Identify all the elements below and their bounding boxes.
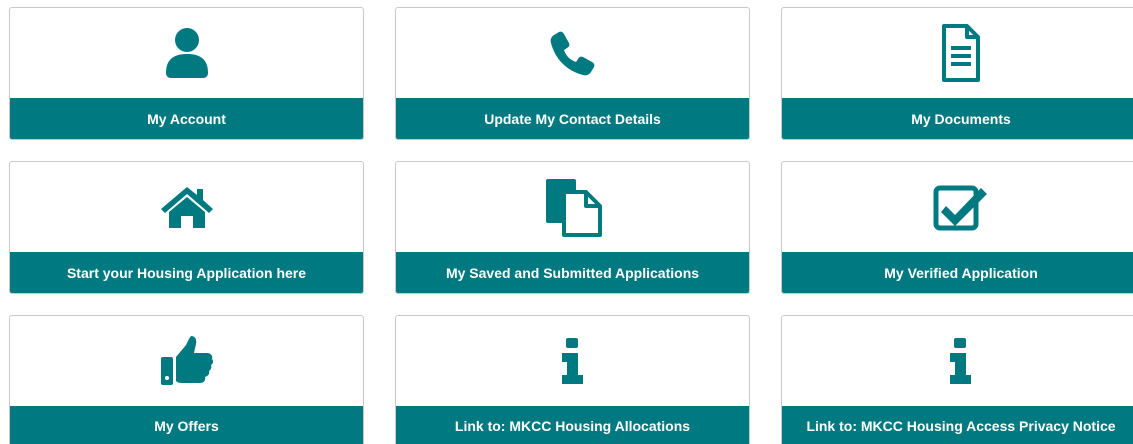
update-contact-details-tile[interactable]: Update My Contact Details — [395, 7, 750, 140]
housing-allocations-link-label: Link to: MKCC Housing Allocations — [396, 406, 749, 444]
info-icon — [561, 337, 585, 385]
saved-submitted-applications-label: My Saved and Submitted Applications — [396, 252, 749, 293]
my-offers-tile[interactable]: My Offers — [9, 315, 364, 444]
info-icon — [949, 337, 973, 385]
housing-allocations-link-tile[interactable]: Link to: MKCC Housing Allocations — [395, 315, 750, 444]
start-housing-application-tile[interactable]: Start your Housing Application here — [9, 161, 364, 294]
user-icon — [164, 27, 210, 79]
thumbs-up-icon — [160, 335, 214, 387]
my-offers-label: My Offers — [10, 406, 363, 444]
housing-access-privacy-notice-link-tile[interactable]: Link to: MKCC Housing Access Privacy Not… — [781, 315, 1133, 444]
phone-icon — [550, 30, 596, 76]
checkbox-icon — [933, 182, 989, 232]
files-icon — [544, 177, 602, 237]
my-documents-tile[interactable]: My Documents — [781, 7, 1133, 140]
update-contact-details-label: Update My Contact Details — [396, 98, 749, 139]
verified-application-tile[interactable]: My Verified Application — [781, 161, 1133, 294]
start-housing-application-label: Start your Housing Application here — [10, 252, 363, 293]
my-account-label: My Account — [10, 98, 363, 139]
document-icon — [941, 23, 981, 83]
my-account-tile[interactable]: My Account — [9, 7, 364, 140]
housing-access-privacy-notice-link-label: Link to: MKCC Housing Access Privacy Not… — [782, 406, 1133, 444]
my-documents-label: My Documents — [782, 98, 1133, 139]
home-icon — [160, 185, 214, 229]
verified-application-label: My Verified Application — [782, 252, 1133, 293]
dashboard-tile-grid: My Account Update My Contact Details My … — [0, 0, 1133, 444]
saved-submitted-applications-tile[interactable]: My Saved and Submitted Applications — [395, 161, 750, 294]
